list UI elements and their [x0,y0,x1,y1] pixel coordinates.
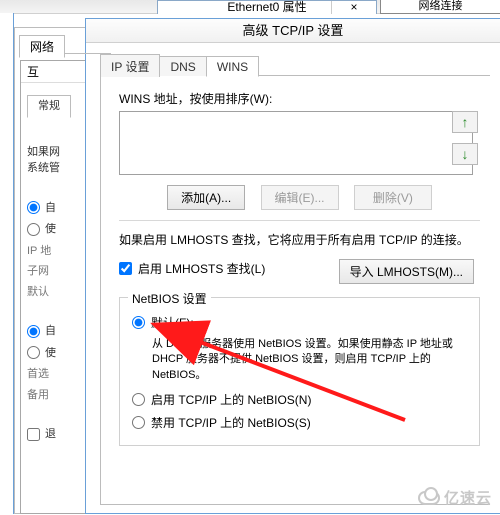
wins-address-label: WINS 地址，按使用排序(W): [119,90,480,107]
advanced-tcpip-title: 高级 TCP/IP 设置 [86,19,500,43]
radio-use-ip[interactable] [27,223,40,236]
netbios-enable-radio[interactable] [132,393,145,406]
move-up-button[interactable]: ↑ [452,111,478,133]
netbios-disable-label: 禁用 TCP/IP 上的 NetBIOS(S) [151,414,311,431]
advanced-tabs: IP 设置DNSWINS [100,53,490,75]
cloud-icon [418,491,440,505]
remove-button: 删除(V) [354,185,432,210]
netbios-enable-label: 启用 TCP/IP 上的 NetBIOS(N) [151,391,311,408]
netbios-default-label: 默认(F): [151,314,194,331]
netbios-group-title: NetBIOS 设置 [128,290,211,307]
netbios-default-desc: 从 DHCP 服务器使用 NetBIOS 设置。如果使用静态 IP 地址或 DH… [152,337,467,383]
radio-auto-ip-label: 自 [45,200,56,217]
lmhosts-checkbox[interactable] [119,262,132,275]
exit-validate-checkbox[interactable] [27,428,40,441]
tab-general[interactable]: 常规 [27,95,71,118]
network-connections-title: 网络连接 [380,0,500,14]
radio-auto-ip[interactable] [27,201,40,214]
close-icon[interactable]: × [331,1,376,14]
netbios-disable-radio[interactable] [132,416,145,429]
add-button[interactable]: 添加(A)... [167,185,245,210]
watermark: 亿速云 [418,487,492,508]
tab-dns[interactable]: DNS [159,56,206,76]
radio-use-ip-label: 使 [45,221,56,238]
wins-address-list[interactable] [119,111,473,175]
ethernet-properties-title: Ethernet0 属性 × [157,0,377,14]
import-lmhosts-button[interactable]: 导入 LMHOSTS(M)... [339,259,474,284]
netbios-group: NetBIOS 设置 默认(F): 从 DHCP 服务器使用 NetBIOS 设… [119,297,480,446]
move-down-button[interactable]: ↓ [452,143,478,165]
exit-validate-label: 退 [45,426,56,443]
radio-auto-dns-label: 自 [45,323,56,340]
radio-use-dns[interactable] [27,346,40,359]
lmhosts-note: 如果启用 LMHOSTS 查找，它将应用于所有启用 TCP/IP 的连接。 [119,231,480,248]
netbios-default-radio[interactable] [132,316,145,329]
radio-use-dns-label: 使 [45,345,56,362]
advanced-tcpip-window: 高级 TCP/IP 设置 IP 设置DNSWINS WINS 地址，按使用排序(… [85,18,500,514]
tab-network[interactable]: 网络 [19,35,65,58]
lmhosts-checkbox-label: 启用 LMHOSTS 查找(L) [138,260,265,277]
edit-button: 编辑(E)... [261,185,339,210]
tab-wins[interactable]: WINS [206,56,259,77]
radio-auto-dns[interactable] [27,325,40,338]
